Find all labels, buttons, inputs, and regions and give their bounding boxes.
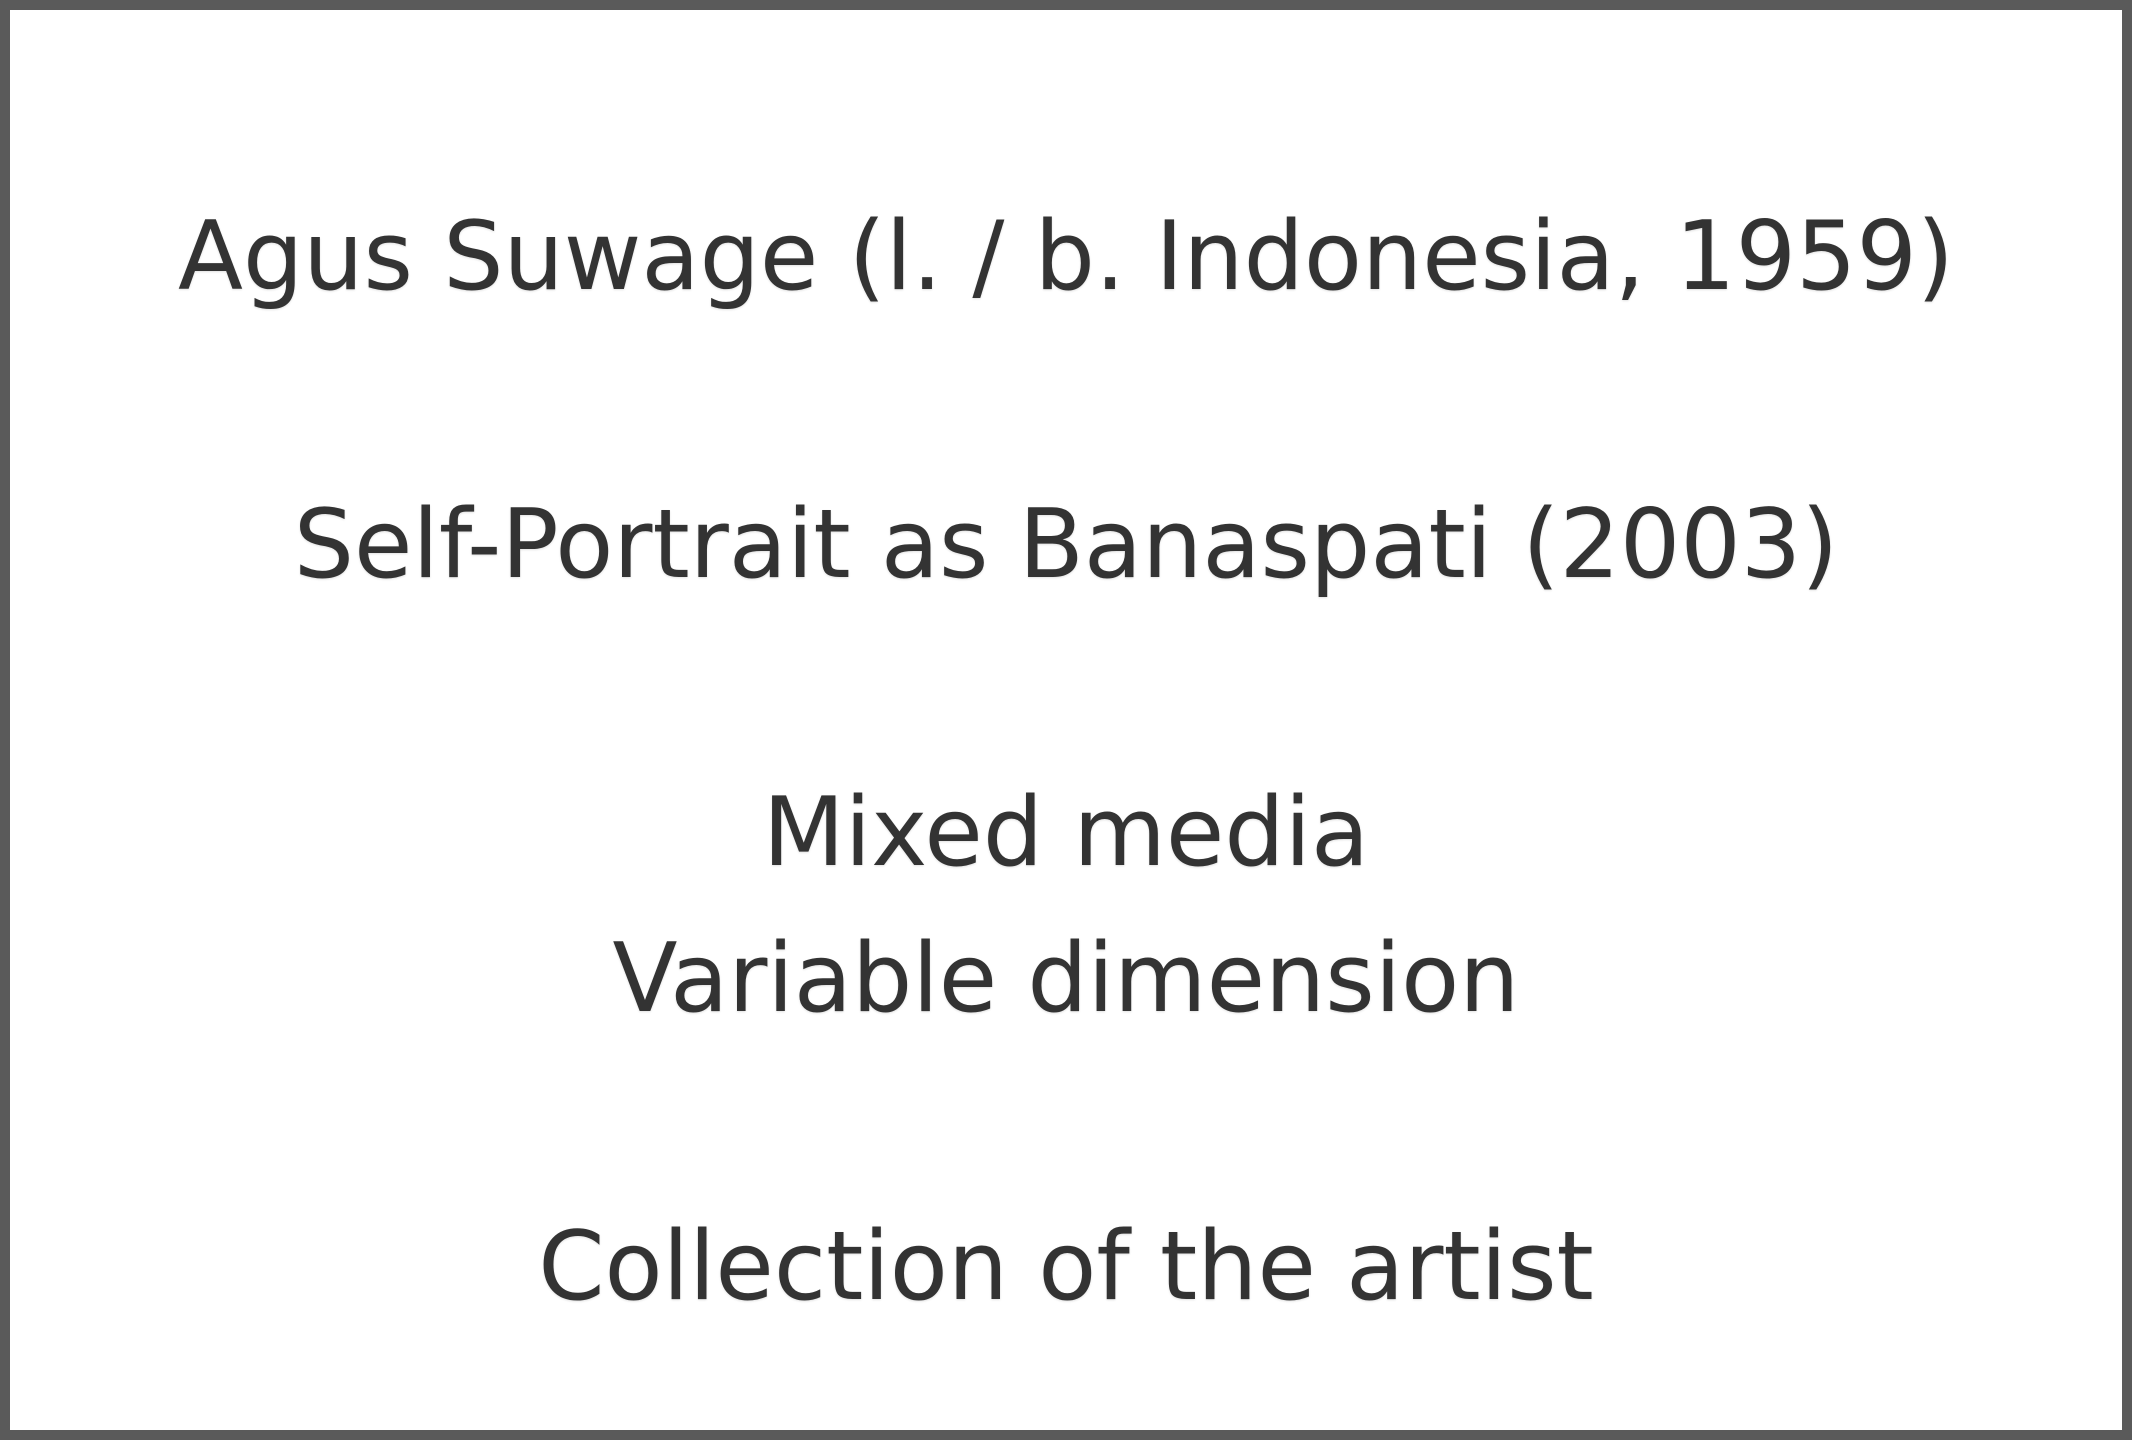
artwork-credit-line: Collection of the artist	[538, 1212, 1594, 1322]
artwork-title: Self-Portrait as Banaspati (2003)	[293, 490, 1839, 600]
artwork-medium: Mixed media	[762, 778, 1370, 888]
artwork-dimensions: Variable dimension	[612, 924, 1520, 1034]
artist-name: Agus Suwage (l. / b. Indonesia, 1959)	[178, 202, 1954, 312]
artwork-label-card: Agus Suwage (l. / b. Indonesia, 1959) Se…	[0, 0, 2132, 1440]
